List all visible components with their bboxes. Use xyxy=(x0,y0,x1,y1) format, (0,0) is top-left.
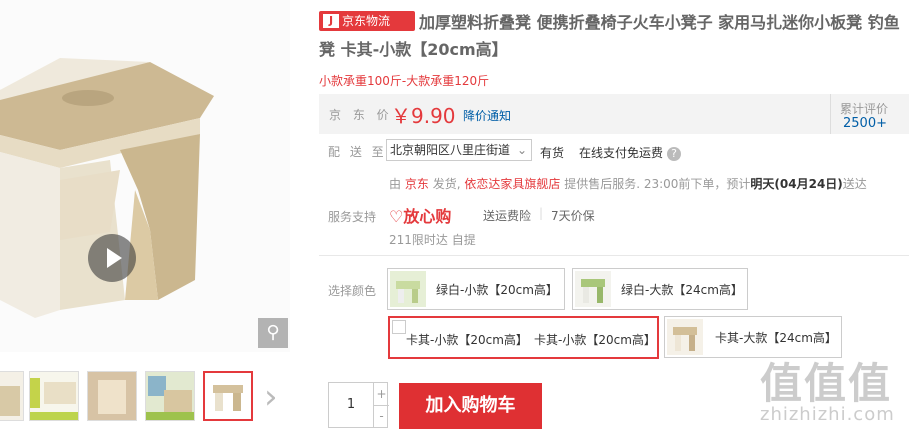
heart-icon: ♡ xyxy=(389,207,404,226)
shop-link[interactable]: 依恋达家具旗舰店 xyxy=(464,177,560,191)
eta-date: 明天(04月24日) xyxy=(750,177,843,191)
service-label: 服务支持 xyxy=(328,210,377,224)
service-delivery-options: 211限时达 自提 xyxy=(389,233,476,247)
main-product-image[interactable] xyxy=(0,0,290,352)
free-shipping-text: 在线支付免运费 xyxy=(579,146,664,160)
zoom-icon[interactable]: ⚲ xyxy=(258,318,288,348)
option-thumbnail-image xyxy=(575,271,611,307)
quantity-minus-button[interactable]: - xyxy=(373,405,389,427)
color-option-green-large[interactable]: 绿白-大款【24cm高】 xyxy=(572,268,748,310)
product-gallery: ⚲ › xyxy=(0,0,300,434)
option-label: 绿白-小款【20cm高】 xyxy=(436,283,558,297)
service-text: 提供售后服务. 23:00前下单，预计 xyxy=(564,177,751,191)
thumbnail-image xyxy=(146,372,194,420)
seller-jd-link[interactable]: 京东 xyxy=(405,177,429,191)
thumbnail-1[interactable] xyxy=(0,371,24,421)
ship-text: 发货, xyxy=(432,177,461,191)
price-label: 京 东 价 xyxy=(329,108,393,122)
watermark-logo: 值值值 xyxy=(760,359,893,408)
option-thumbnail xyxy=(390,271,426,307)
delivery-label: 配 送 至 xyxy=(328,145,387,159)
quantity-input[interactable]: 1 xyxy=(329,383,373,427)
service-item-price-protect[interactable]: 7天价保 xyxy=(551,207,595,224)
color-option-khaki-small-selected[interactable]: 卡其-小款【20cm高】 卡其-小款【20cm高】 xyxy=(388,316,659,359)
video-play-button[interactable] xyxy=(88,234,136,282)
option-label: 绿白-大款【24cm高】 xyxy=(621,283,743,297)
thumbnail-4[interactable] xyxy=(145,371,195,421)
thumbnail-image xyxy=(0,386,20,416)
option-thumbnail xyxy=(575,271,611,307)
chevron-down-icon: ⌄ xyxy=(516,143,527,157)
eta-suffix: 送达 xyxy=(842,177,867,191)
help-icon[interactable]: ? xyxy=(667,146,682,161)
shipping-info: 由 京东 发货, 依恋达家具旗舰店 提供售后服务. 23:00前下单，预计明天(… xyxy=(389,175,867,192)
add-to-cart-button[interactable]: 加入购物车 xyxy=(399,383,542,429)
option-label: 卡其-小款【20cm高】 xyxy=(534,333,656,347)
stock-status: 有货 xyxy=(540,146,565,160)
product-title: 加厚塑料折叠凳 便携折叠椅子火车小凳子 家用马扎迷你小板凳 钓鱼凳 卡其-小款【… xyxy=(319,13,900,59)
price-box: 京 东 价 ￥9.90 降价通知 xyxy=(319,94,909,134)
review-label: 累计评价 xyxy=(840,102,889,116)
color-label: 选择颜色 xyxy=(328,284,377,298)
review-summary[interactable]: 累计评价 2500+ xyxy=(830,94,910,134)
assurance-text: 放心购 xyxy=(403,207,452,226)
folding-stool-illustration xyxy=(0,58,214,318)
thumbnail-image xyxy=(205,373,251,419)
watermark-site: zhizhizhi.com xyxy=(760,404,895,425)
service-item-insurance[interactable]: 送运费险 xyxy=(483,207,531,224)
price-value: ￥9.90 xyxy=(391,104,456,128)
chevron-right-icon[interactable]: › xyxy=(264,380,278,414)
thumbnail-5-selected[interactable] xyxy=(203,371,253,421)
option-thumbnail-image xyxy=(667,319,703,355)
option-thumbnail-image xyxy=(390,271,426,307)
address-selector[interactable]: 北京朝阳区八里庄街道 ⌄ xyxy=(386,139,532,161)
ship-prefix: 由 xyxy=(389,177,402,191)
broken-image-icon xyxy=(392,320,406,334)
option-image-alt: 卡其-小款【20cm高】 xyxy=(406,333,528,347)
option-label: 卡其-大款【24cm高】 xyxy=(715,331,837,345)
review-count[interactable]: 2500+ xyxy=(843,116,887,131)
free-shipping: 在线支付免运费? xyxy=(579,144,682,161)
assurance-badge[interactable]: ♡放心购 xyxy=(389,203,451,227)
promo-text: 小款承重100斤-大款承重120斤 xyxy=(319,74,490,88)
price-notice-link[interactable]: 降价通知 xyxy=(463,107,511,124)
option-thumbnail xyxy=(667,319,703,355)
address-text: 北京朝阳区八里庄街道 xyxy=(390,143,511,157)
service-divider: | xyxy=(539,206,544,220)
thumbnail-image xyxy=(88,372,136,420)
thumbnail-2[interactable] xyxy=(29,371,79,421)
thumbnail-image xyxy=(30,372,78,420)
thumbnail-3[interactable] xyxy=(87,371,137,421)
quantity-stepper: 1 + - xyxy=(328,382,389,428)
divider xyxy=(319,255,909,256)
quantity-plus-button[interactable]: + xyxy=(373,383,389,406)
color-option-green-small[interactable]: 绿白-小款【20cm高】 xyxy=(387,268,565,310)
